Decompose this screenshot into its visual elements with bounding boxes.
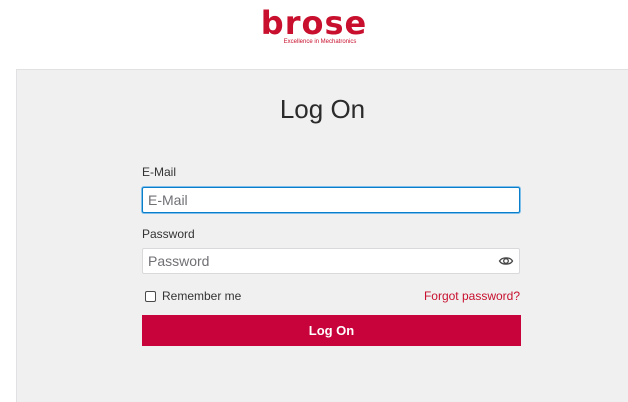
email-label: E-Mail bbox=[142, 165, 177, 179]
remember-me-checkbox[interactable] bbox=[145, 290, 156, 302]
remember-me-label: Remember me bbox=[162, 289, 242, 303]
login-page: brose Excellence in Mechatronics Log On … bbox=[0, 0, 628, 402]
password-field[interactable] bbox=[142, 248, 520, 274]
eye-icon[interactable] bbox=[498, 254, 514, 268]
email-field[interactable] bbox=[142, 187, 520, 213]
brand-name: brose bbox=[260, 4, 368, 42]
brand-tagline: Excellence in Mechatronics bbox=[283, 39, 357, 45]
remember-me-option[interactable]: Remember me bbox=[145, 289, 241, 303]
login-panel: Log On E-Mail Password Remember me Forgo… bbox=[16, 69, 628, 402]
log-on-button[interactable]: Log On bbox=[142, 315, 521, 346]
page-title: Log On bbox=[279, 94, 366, 124]
password-label: Password bbox=[142, 227, 195, 241]
brand-logo: brose Excellence in Mechatronics bbox=[0, 4, 628, 46]
forgot-password-link[interactable]: Forgot password? bbox=[424, 289, 520, 303]
